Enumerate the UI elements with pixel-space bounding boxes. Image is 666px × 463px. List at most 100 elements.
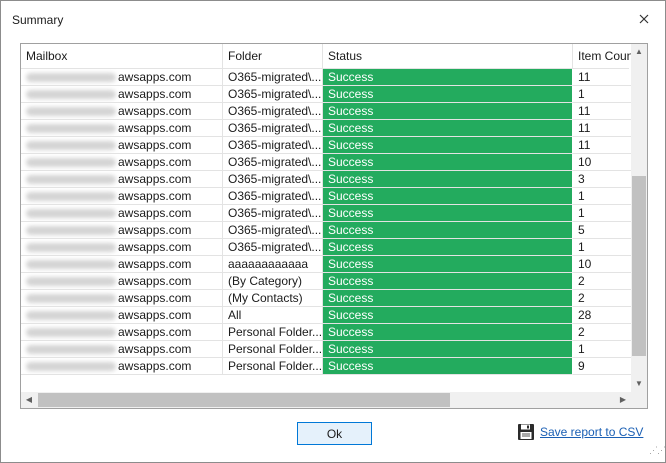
table-row[interactable]: awsapps.com (By Category) Success 2 — [21, 273, 631, 290]
redacted-username — [26, 158, 116, 168]
folder-cell: aaaaaaaaaaaa — [223, 256, 323, 273]
mailbox-domain: awsapps.com — [118, 342, 192, 356]
mailbox-domain: awsapps.com — [118, 155, 192, 169]
mailbox-domain: awsapps.com — [118, 308, 192, 322]
mailbox-cell: awsapps.com — [21, 188, 223, 205]
mailbox-domain: awsapps.com — [118, 121, 192, 135]
horizontal-scroll-thumb[interactable] — [38, 393, 450, 407]
summary-dialog: Summary Mailbox Folder Status Item Count… — [0, 0, 666, 463]
status-cell: Success — [323, 239, 573, 256]
redacted-username — [26, 294, 116, 304]
mailbox-cell: awsapps.com — [21, 205, 223, 222]
table-row[interactable]: awsapps.com O365-migrated\... Success 10 — [21, 154, 631, 171]
redacted-username — [26, 124, 116, 134]
column-header-status[interactable]: Status — [323, 44, 573, 69]
mailbox-cell: awsapps.com — [21, 324, 223, 341]
folder-cell: Personal Folder... — [223, 324, 323, 341]
mailbox-domain: awsapps.com — [118, 223, 192, 237]
redacted-username — [26, 277, 116, 287]
folder-cell: Personal Folder... — [223, 358, 323, 375]
mailbox-cell: awsapps.com — [21, 239, 223, 256]
table-row[interactable]: awsapps.com Personal Folder... Success 1 — [21, 341, 631, 358]
table-row[interactable]: awsapps.com Personal Folder... Success 2 — [21, 324, 631, 341]
table-row[interactable]: awsapps.com O365-migrated\... Success 1 — [21, 86, 631, 103]
folder-cell: (By Category) — [223, 273, 323, 290]
item-count-cell: 2 — [573, 324, 631, 341]
table-row[interactable]: awsapps.com O365-migrated\... Success 11 — [21, 103, 631, 120]
status-cell: Success — [323, 69, 573, 86]
table-row[interactable]: awsapps.com O365-migrated\... Success 11 — [21, 137, 631, 154]
scroll-down-arrow-icon[interactable]: ▼ — [631, 376, 647, 392]
column-header-item-count[interactable]: Item Count — [573, 44, 633, 69]
folder-cell: O365-migrated\... — [223, 120, 323, 137]
table-row[interactable]: awsapps.com O365-migrated\... Success 1 — [21, 188, 631, 205]
status-cell: Success — [323, 256, 573, 273]
mailbox-cell: awsapps.com — [21, 256, 223, 273]
status-cell: Success — [323, 120, 573, 137]
vertical-scroll-thumb[interactable] — [632, 175, 646, 356]
table-row[interactable]: awsapps.com O365-migrated\... Success 3 — [21, 171, 631, 188]
table-row[interactable]: awsapps.com O365-migrated\... Success 1 — [21, 239, 631, 256]
folder-cell: O365-migrated\... — [223, 222, 323, 239]
mailbox-cell: awsapps.com — [21, 86, 223, 103]
mailbox-cell: awsapps.com — [21, 273, 223, 290]
summary-table[interactable]: Mailbox Folder Status Item Count awsapps… — [20, 43, 648, 409]
item-count-cell: 5 — [573, 222, 631, 239]
mailbox-cell: awsapps.com — [21, 358, 223, 375]
item-count-cell: 1 — [573, 205, 631, 222]
folder-cell: (My Contacts) — [223, 290, 323, 307]
scroll-right-arrow-icon[interactable]: ▶ — [615, 392, 631, 408]
status-cell: Success — [323, 205, 573, 222]
item-count-cell: 2 — [573, 290, 631, 307]
folder-cell: O365-migrated\... — [223, 69, 323, 86]
item-count-cell: 10 — [573, 256, 631, 273]
redacted-username — [26, 107, 116, 117]
resize-grip-icon[interactable]: ⋰⋰ — [649, 446, 666, 455]
mailbox-domain: awsapps.com — [118, 87, 192, 101]
column-header-folder[interactable]: Folder — [223, 44, 323, 69]
folder-cell: O365-migrated\... — [223, 154, 323, 171]
mailbox-domain: awsapps.com — [118, 291, 192, 305]
table-row[interactable]: awsapps.com Personal Folder... Success 9 — [21, 358, 631, 375]
item-count-cell: 11 — [573, 137, 631, 154]
folder-cell: O365-migrated\... — [223, 188, 323, 205]
scroll-left-arrow-icon[interactable]: ◀ — [21, 392, 37, 408]
mailbox-cell: awsapps.com — [21, 222, 223, 239]
redacted-username — [26, 73, 116, 83]
table-row[interactable]: awsapps.com O365-migrated\... Success 1 — [21, 205, 631, 222]
folder-cell: O365-migrated\... — [223, 103, 323, 120]
vertical-scrollbar[interactable]: ▲ ▼ — [631, 44, 647, 392]
status-cell: Success — [323, 273, 573, 290]
status-cell: Success — [323, 307, 573, 324]
status-cell: Success — [323, 188, 573, 205]
table-row[interactable]: awsapps.com O365-migrated\... Success 5 — [21, 222, 631, 239]
table-row[interactable]: awsapps.com (My Contacts) Success 2 — [21, 290, 631, 307]
ok-button[interactable]: Ok — [297, 422, 372, 445]
mailbox-domain: awsapps.com — [118, 257, 192, 271]
column-header-mailbox[interactable]: Mailbox — [21, 44, 223, 69]
mailbox-cell: awsapps.com — [21, 120, 223, 137]
redacted-username — [26, 362, 116, 372]
mailbox-cell: awsapps.com — [21, 137, 223, 154]
table-row[interactable]: awsapps.com O365-migrated\... Success 11 — [21, 120, 631, 137]
table-row[interactable]: awsapps.com O365-migrated\... Success 11 — [21, 69, 631, 86]
item-count-cell: 9 — [573, 358, 631, 375]
horizontal-scrollbar[interactable]: ◀ ▶ — [21, 392, 647, 408]
table-row[interactable]: awsapps.com All Success 28 — [21, 307, 631, 324]
item-count-cell: 1 — [573, 341, 631, 358]
mailbox-cell: awsapps.com — [21, 341, 223, 358]
mailbox-domain: awsapps.com — [118, 206, 192, 220]
item-count-cell: 10 — [573, 154, 631, 171]
status-cell: Success — [323, 103, 573, 120]
mailbox-cell: awsapps.com — [21, 290, 223, 307]
scroll-up-arrow-icon[interactable]: ▲ — [631, 44, 647, 60]
table-row[interactable]: awsapps.com aaaaaaaaaaaa Success 10 — [21, 256, 631, 273]
redacted-username — [26, 311, 116, 321]
folder-cell: O365-migrated\... — [223, 239, 323, 256]
close-button[interactable] — [632, 7, 656, 31]
redacted-username — [26, 175, 116, 185]
item-count-cell: 1 — [573, 188, 631, 205]
mailbox-cell: awsapps.com — [21, 69, 223, 86]
redacted-username — [26, 243, 116, 253]
mailbox-cell: awsapps.com — [21, 103, 223, 120]
